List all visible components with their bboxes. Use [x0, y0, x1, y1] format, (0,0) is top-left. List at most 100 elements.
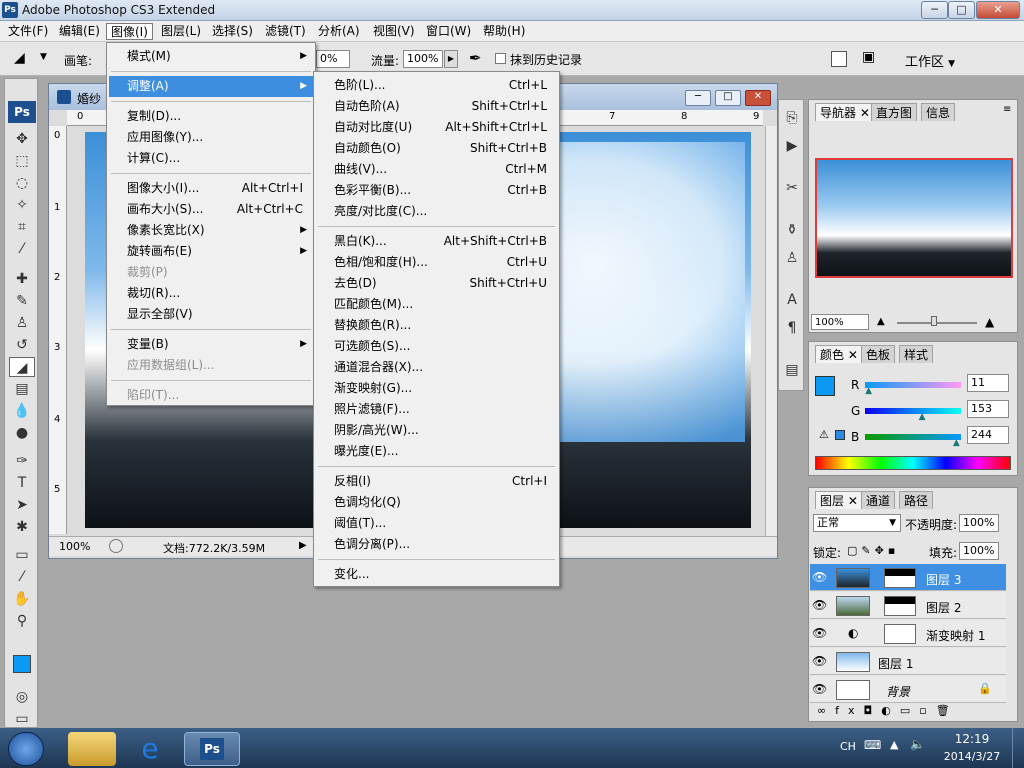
chevron-down-icon[interactable]: ▼ [40, 52, 47, 62]
menu-item[interactable]: 去色(D) Shift+Ctrl+U [316, 273, 557, 294]
r-slider-thumb[interactable]: ▲ [865, 386, 874, 396]
palette-well-icon[interactable] [831, 51, 847, 67]
layer-row[interactable]: 👁 背景 🔒 [810, 676, 1006, 703]
menu-file[interactable]: 文件(F) [4, 23, 52, 40]
layers-footer-icons[interactable]: ∞fx◘◐▭▫🗑 [811, 704, 1015, 720]
crop-tool-icon[interactable]: ⌗ [9, 217, 35, 237]
tab-channels[interactable]: 通道 [861, 491, 896, 509]
tab-close-icon[interactable]: ✕ [860, 106, 870, 120]
eye-icon[interactable]: 👁 [812, 682, 827, 696]
blur-tool-icon[interactable]: 💧 [9, 401, 35, 421]
zoom-slider-handle[interactable] [931, 316, 937, 326]
doc-maximize-button[interactable]: □ [715, 90, 741, 106]
menu-item[interactable]: 裁切(R)... [109, 283, 313, 304]
lock-icons[interactable]: ▢✎✥▪ [847, 544, 899, 557]
tool-presets-icon[interactable]: ✂ [779, 178, 805, 198]
tab-close-icon[interactable]: ✕ [848, 348, 858, 362]
dodge-tool-icon[interactable]: ● [9, 423, 35, 443]
opacity-input[interactable]: 0% [316, 50, 350, 68]
bridge-icon[interactable]: ▣ [862, 49, 888, 69]
menu-item[interactable]: 图像大小(I)... Alt+Ctrl+I [109, 178, 313, 199]
menu-item[interactable]: 复制(D)... [109, 106, 313, 127]
menu-edit[interactable]: 编辑(E) [55, 23, 104, 40]
layer-row[interactable]: 👁 图层 1 [810, 648, 1006, 675]
menu-item[interactable]: 画布大小(S)... Alt+Ctrl+C [109, 199, 313, 220]
menu-item[interactable]: 旋转画布(E) ▶ [109, 241, 313, 262]
eye-icon[interactable]: 👁 [812, 598, 827, 612]
doc-close-button[interactable]: ✕ [745, 90, 771, 106]
screen-mode-icon[interactable]: ▭ [9, 709, 35, 729]
r-value-input[interactable]: 11 [967, 374, 1009, 392]
notes-panel-icon[interactable]: ▤ [779, 360, 805, 380]
clock-time[interactable]: 12:19 [948, 732, 996, 746]
menu-item[interactable]: 计算(C)... [109, 148, 313, 169]
zoom-in-icon[interactable]: ▲ [985, 315, 994, 329]
menu-item[interactable]: 阈值(T)... [316, 513, 557, 534]
status-arrow-icon[interactable]: ▶ [299, 540, 307, 551]
menu-item[interactable]: 色调分离(P)... [316, 534, 557, 555]
tray-expand-icon[interactable]: ▲ [890, 738, 898, 751]
layer-mask-thumbnail[interactable] [884, 624, 916, 644]
ie-taskbar-icon[interactable]: e [126, 732, 174, 766]
menu-view[interactable]: 视图(V) [369, 23, 419, 40]
zoom-slider[interactable] [897, 322, 977, 324]
type-tool-icon[interactable]: T [9, 473, 35, 493]
notes-tool-icon[interactable]: ▭ [9, 545, 35, 565]
menu-item[interactable]: 照片滤镜(F)... [316, 399, 557, 420]
history-brush-icon[interactable]: ↺ [9, 335, 35, 355]
clone-source-icon[interactable]: ♙ [779, 248, 805, 268]
layer-row[interactable]: 👁 图层 2 [810, 592, 1006, 619]
menu-image[interactable]: 图像(I) [106, 23, 153, 40]
b-slider-track[interactable] [865, 434, 961, 440]
panel-menu-icon[interactable]: ≡ [1003, 104, 1011, 115]
slice-tool-icon[interactable]: ⁄ [9, 239, 35, 259]
menu-layer[interactable]: 图层(L) [157, 23, 205, 40]
eyedropper-icon[interactable]: ⁄ [9, 567, 35, 587]
shape-tool-icon[interactable]: ✱ [9, 517, 35, 537]
layer-mask-thumbnail[interactable] [884, 596, 916, 616]
layer-opacity-input[interactable]: 100% [959, 514, 999, 532]
tab-color[interactable]: 颜色 ✕ [815, 345, 863, 363]
layer-mask-thumbnail[interactable] [884, 568, 916, 588]
menu-item[interactable]: 像素长宽比(X) ▶ [109, 220, 313, 241]
tab-layers[interactable]: 图层 ✕ [815, 491, 863, 509]
erase-to-history-checkbox[interactable] [495, 53, 506, 64]
language-indicator[interactable]: CH [840, 740, 856, 753]
navigator-zoom-input[interactable]: 100% [811, 314, 869, 330]
menu-item[interactable]: 变量(B) ▶ [109, 334, 313, 355]
menu-item[interactable]: 反相(I) Ctrl+I [316, 471, 557, 492]
actions-panel-icon[interactable]: ▶ [779, 136, 805, 156]
menu-item[interactable]: 色彩平衡(B)... Ctrl+B [316, 180, 557, 201]
menu-item[interactable]: 曲线(V)... Ctrl+M [316, 159, 557, 180]
menu-item[interactable]: 色相/饱和度(H)... Ctrl+U [316, 252, 557, 273]
foreground-color-swatch[interactable] [13, 655, 31, 673]
move-tool-icon[interactable]: ✥ [9, 129, 35, 149]
eye-icon[interactable]: 👁 [812, 626, 827, 640]
menu-item[interactable]: 阴影/高光(W)... [316, 420, 557, 441]
g-slider-thumb[interactable]: ▲ [919, 412, 928, 422]
color-foreground-swatch[interactable] [815, 376, 835, 396]
eraser-tool-icon-active[interactable]: ◢ [9, 357, 35, 377]
zoom-tool-icon[interactable]: ⚲ [9, 611, 35, 631]
menu-help[interactable]: 帮助(H) [479, 23, 529, 40]
color-spectrum-bar[interactable] [815, 456, 1011, 470]
healing-brush-icon[interactable]: ✚ [9, 269, 35, 289]
workspace-button[interactable]: 工作区 ▼ [905, 51, 955, 70]
menu-item[interactable]: 可选颜色(S)... [316, 336, 557, 357]
menu-item[interactable]: 亮度/对比度(C)... [316, 201, 557, 222]
menu-window[interactable]: 窗口(W) [422, 23, 475, 40]
b-slider-thumb[interactable]: ▲ [953, 438, 962, 448]
menu-analysis[interactable]: 分析(A) [314, 23, 364, 40]
layer-row[interactable]: 👁 图层 3 [810, 564, 1006, 591]
brushes-panel-icon[interactable]: ⚱ [779, 220, 805, 240]
web-safe-swatch[interactable] [835, 430, 845, 440]
eye-icon[interactable]: 👁 [812, 570, 827, 584]
navigator-preview[interactable] [815, 158, 1013, 278]
menu-item[interactable]: 模式(M) ▶ [109, 46, 313, 67]
layer-row[interactable]: 👁 ◐ 渐变映射 1 [810, 620, 1006, 647]
show-desktop-button[interactable] [1012, 728, 1024, 768]
menu-item[interactable]: 自动对比度(U) Alt+Shift+Ctrl+L [316, 117, 557, 138]
tab-navigator[interactable]: 导航器 ✕ [815, 103, 875, 121]
volume-icon[interactable]: 🔈 [910, 737, 925, 751]
menu-item[interactable]: 色调均化(Q) [316, 492, 557, 513]
